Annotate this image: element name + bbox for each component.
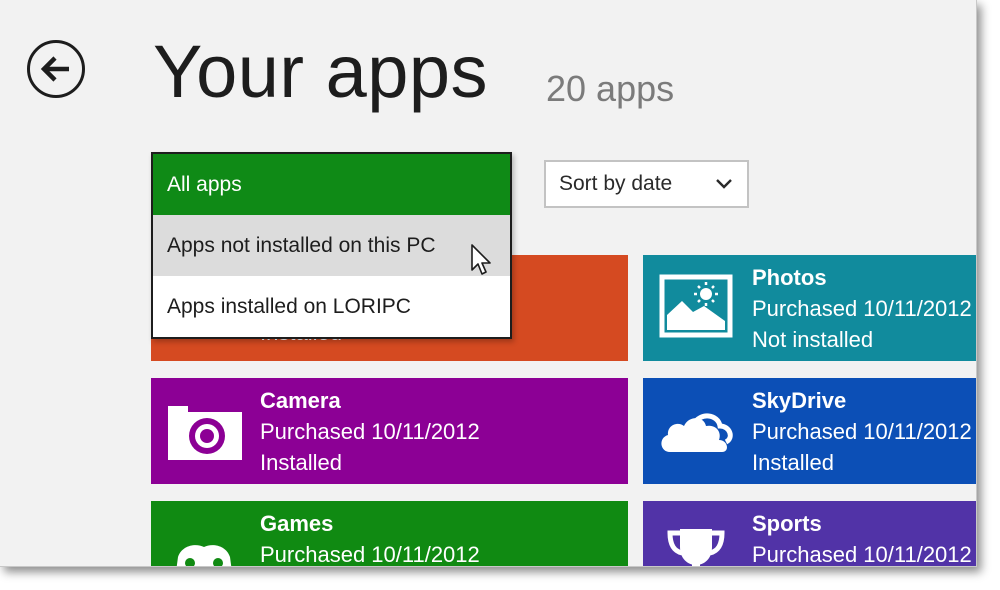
controller-icon [164, 517, 244, 566]
tile-name: Games [260, 511, 334, 536]
app-tile-games[interactable]: Games Purchased 10/11/2012 [151, 501, 628, 567]
filter-option-not-installed[interactable]: Apps not installed on this PC [153, 215, 510, 276]
app-window: Your apps 20 apps Sort by date Installed [0, 0, 977, 567]
tile-purchased: Purchased 10/11/2012 [260, 542, 480, 567]
tile-purchased: Purchased 10/11/2012 [260, 419, 480, 444]
mouse-cursor-icon [471, 244, 491, 275]
tile-purchased: Purchased 10/11/2012 [752, 542, 972, 567]
back-button[interactable] [27, 40, 85, 98]
cloud-icon [656, 394, 736, 464]
tile-name: SkyDrive [752, 388, 847, 413]
app-tile-skydrive[interactable]: SkyDrive Purchased 10/11/2012 Installed [643, 378, 976, 484]
app-tile-camera[interactable]: Camera Purchased 10/11/2012 Installed [151, 378, 628, 484]
filter-option-all-apps[interactable]: All apps [153, 154, 510, 215]
tile-name: Camera [260, 388, 341, 413]
tile-name: Photos [752, 265, 827, 290]
camera-icon [164, 394, 244, 464]
page-title: Your apps [153, 30, 489, 113]
app-tile-sports[interactable]: Sports Purchased 10/11/2012 [643, 501, 976, 567]
tile-status: Installed [752, 450, 834, 475]
filter-dropdown[interactable]: All apps Apps not installed on this PC A… [151, 152, 512, 339]
tile-purchased: Purchased 10/11/2012 [752, 419, 972, 444]
photos-icon [656, 271, 736, 341]
app-count: 20 apps [546, 68, 675, 109]
back-arrow-icon [40, 56, 69, 82]
sort-dropdown[interactable]: Sort by date [544, 160, 749, 208]
app-tile-photos[interactable]: Photos Purchased 10/11/2012 Not installe… [643, 255, 976, 361]
tile-name: Sports [752, 511, 822, 536]
chevron-down-icon [716, 179, 732, 189]
filter-option-installed-on-pc[interactable]: Apps installed on LORIPC [153, 276, 510, 337]
tile-status: Installed [260, 450, 342, 475]
sort-label: Sort by date [559, 172, 673, 195]
trophy-icon [656, 517, 736, 566]
tile-purchased: Purchased 10/11/2012 [752, 296, 972, 321]
tile-status: Not installed [752, 327, 874, 352]
